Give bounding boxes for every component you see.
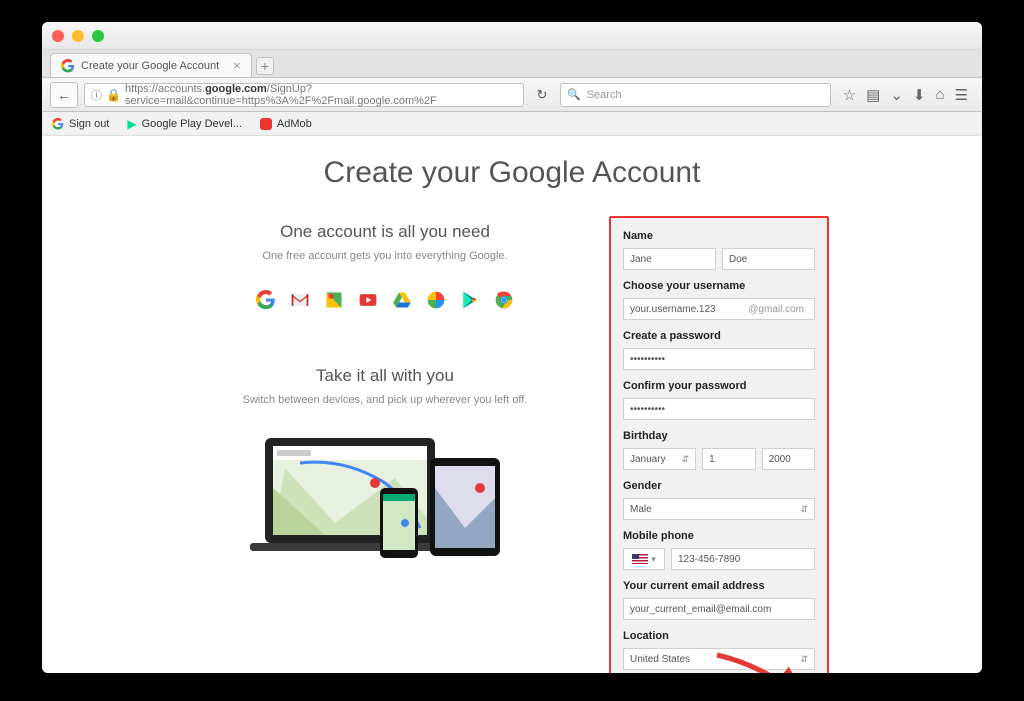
bookmark-playdev[interactable]: ▶ Google Play Devel... [127, 117, 242, 131]
page-title: Create your Google Account [42, 156, 982, 190]
youtube-icon [358, 290, 378, 310]
email-label: Your current email address [623, 580, 815, 592]
first-name-input[interactable] [623, 248, 716, 270]
pocket-icon[interactable]: ⌄ [890, 86, 903, 104]
browser-tab[interactable]: Create your Google Account × [50, 53, 252, 77]
browser-toolbar: ← ⓘ 🔒 https://accounts.google.com/SignUp… [42, 78, 982, 112]
minimize-window-icon[interactable] [72, 30, 84, 42]
download-icon[interactable]: ⬇ [913, 86, 926, 104]
url-text: https://accounts.google.com/SignUp?servi… [125, 83, 517, 107]
back-button[interactable]: ← [50, 82, 78, 108]
birthday-year-input[interactable]: 2000 [762, 448, 815, 470]
confirm-password-label: Confirm your password [623, 380, 815, 392]
tab-bar: Create your Google Account × + [42, 50, 982, 78]
play-icon: ▶ [127, 117, 136, 131]
close-tab-icon[interactable]: × [233, 58, 241, 73]
sub-oneaccount: One free account gets you into everythin… [195, 250, 575, 262]
last-name-input[interactable] [722, 248, 815, 270]
home-icon[interactable]: ⌂ [935, 86, 944, 104]
search-placeholder: Search [587, 89, 622, 101]
google-icon [256, 290, 276, 310]
admob-icon [260, 118, 272, 130]
location-label: Location [623, 630, 815, 642]
heading-takeit: Take it all with you [195, 366, 575, 386]
current-email-input[interactable] [623, 598, 815, 620]
chevron-updown-icon: ⇵ [800, 654, 808, 665]
menu-icon[interactable]: ☰ [955, 86, 968, 104]
chrome-icon [494, 290, 514, 310]
devices-image [195, 428, 575, 568]
phone-label: Mobile phone [623, 530, 815, 542]
play-icon [460, 290, 480, 310]
chevron-updown-icon: ⇵ [682, 454, 690, 465]
search-box[interactable]: 🔍 Search [560, 83, 831, 107]
chevron-updown-icon: ⇵ [800, 504, 808, 515]
tab-title: Create your Google Account [81, 60, 219, 72]
birthday-day-input[interactable]: 1 [702, 448, 755, 470]
reload-button[interactable]: ↻ [530, 87, 554, 103]
left-column: One account is all you need One free acc… [195, 216, 575, 673]
us-flag-icon [632, 554, 648, 564]
phone-input[interactable] [671, 548, 815, 570]
maps-icon [324, 290, 344, 310]
google-favicon-icon [61, 59, 75, 73]
bookmark-admob[interactable]: AdMob [260, 118, 312, 130]
signup-form: Name Choose your username your.username.… [609, 216, 829, 673]
bookmarks-bar: Sign out ▶ Google Play Devel... AdMob [42, 112, 982, 136]
clipboard-icon[interactable]: ▤ [866, 86, 880, 104]
confirm-password-input[interactable] [623, 398, 815, 420]
name-label: Name [623, 230, 815, 242]
country-code-select[interactable]: ▾ [623, 548, 665, 570]
username-suffix: @gmail.com [748, 304, 808, 315]
gmail-icon [290, 290, 310, 310]
page-content: Create your Google Account One account i… [42, 136, 982, 673]
password-input[interactable] [623, 348, 815, 370]
address-bar[interactable]: ⓘ 🔒 https://accounts.google.com/SignUp?s… [84, 83, 524, 107]
sub-takeit: Switch between devices, and pick up wher… [195, 394, 575, 406]
username-input[interactable]: your.username.123 @gmail.com [623, 298, 815, 320]
new-tab-button[interactable]: + [256, 57, 274, 75]
chevron-down-icon: ▾ [651, 554, 656, 565]
window-titlebar [42, 22, 982, 50]
username-label: Choose your username [623, 280, 815, 292]
bookmark-signout[interactable]: Sign out [52, 118, 109, 130]
search-icon: 🔍 [567, 88, 581, 101]
star-icon[interactable]: ☆ [843, 86, 856, 104]
gender-select[interactable]: Male⇵ [623, 498, 815, 520]
info-icon: ⓘ [91, 87, 102, 103]
product-icons [195, 290, 575, 310]
heading-oneaccount: One account is all you need [195, 222, 575, 242]
lock-icon: 🔒 [106, 88, 121, 102]
birthday-label: Birthday [623, 430, 815, 442]
drive-icon [392, 290, 412, 310]
maximize-window-icon[interactable] [92, 30, 104, 42]
gender-label: Gender [623, 480, 815, 492]
google-favicon-icon [52, 118, 64, 130]
location-select[interactable]: United States⇵ [623, 648, 815, 670]
close-window-icon[interactable] [52, 30, 64, 42]
photos-icon [426, 290, 446, 310]
birthday-month-select[interactable]: January⇵ [623, 448, 696, 470]
password-label: Create a password [623, 330, 815, 342]
